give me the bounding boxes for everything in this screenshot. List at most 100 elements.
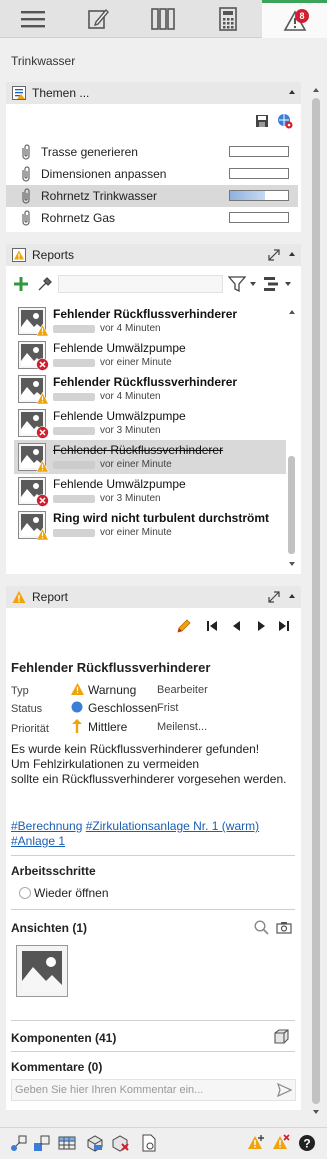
add-icon[interactable] [14, 277, 28, 291]
last-icon[interactable] [279, 621, 289, 631]
reopen-radio[interactable] [19, 887, 31, 899]
report-thumbnail [18, 511, 49, 541]
arbeitsschritte-heading: Arbeitsschritte [11, 864, 96, 878]
pipette-icon[interactable] [37, 276, 53, 292]
pencil-icon[interactable] [176, 618, 192, 634]
scroll-up-arrow[interactable] [313, 88, 319, 92]
component-icon[interactable] [33, 1134, 51, 1152]
filter-dropdown-icon[interactable] [250, 282, 256, 286]
view-thumbnail[interactable] [16, 945, 68, 997]
comment-field[interactable]: Geben Sie hier Ihren Kommentar ein... [11, 1079, 296, 1101]
report-detail-panel: Report Fehlender Rückflussverhinderer Ty… [6, 586, 301, 1110]
document-refresh-icon[interactable] [140, 1134, 158, 1152]
meilenstein-label: Meilenst... [157, 721, 208, 733]
theme-label: Dimensionen anpassen [41, 167, 167, 181]
reports-header[interactable]: Reports [6, 244, 301, 266]
author-redacted [53, 358, 95, 367]
box-icon[interactable] [86, 1134, 104, 1152]
paperclip-icon [22, 166, 30, 182]
search-icon[interactable] [254, 920, 269, 935]
bottom-toolbar: ? [0, 1127, 327, 1159]
tag-link[interactable]: #Anlage 1 [11, 834, 65, 848]
expand-icon[interactable] [268, 249, 280, 261]
scroll-up-arrow[interactable] [289, 310, 295, 314]
report-list-item[interactable]: Fehlende Umwälzpumpe vor 3 Minuten [14, 474, 286, 508]
collapse-caret-icon[interactable] [289, 252, 295, 256]
theme-item-selected[interactable]: Rohrnetz Trinkwasser [6, 185, 298, 207]
help-icon[interactable]: ? [298, 1134, 316, 1152]
calculator-button[interactable] [195, 0, 260, 38]
tab-warnings[interactable]: 8 [262, 0, 327, 38]
status-dot-icon [71, 701, 83, 713]
first-icon[interactable] [207, 621, 217, 631]
paperclip-icon [22, 210, 30, 226]
author-redacted [53, 392, 95, 401]
report-list-item-selected[interactable]: Fehlender Rückflussverhinderer vor einer … [14, 440, 286, 474]
report-list-item[interactable]: Fehlender Rückflussverhinderer vor 4 Minu… [14, 304, 286, 338]
warning-add-icon[interactable] [247, 1134, 265, 1152]
report-list-item[interactable]: Fehlende Umwälzpumpe vor einer Minute [14, 338, 286, 372]
theme-progress-bar [229, 190, 289, 201]
scroll-thumb[interactable] [288, 456, 295, 554]
globe-sync-icon[interactable] [277, 113, 293, 129]
report-list-item[interactable]: Ring wird nicht turbulent durchströmt vor… [14, 508, 286, 542]
expand-icon[interactable] [268, 591, 280, 603]
page-title: Trinkwasser [11, 54, 76, 68]
theme-item[interactable]: Trasse generieren [6, 141, 298, 163]
warning-remove-icon[interactable] [272, 1134, 290, 1152]
theme-progress-bar [229, 212, 289, 223]
theme-item[interactable]: Dimensionen anpassen [6, 163, 298, 185]
report-header[interactable]: Report [6, 586, 301, 608]
scroll-down-arrow[interactable] [313, 1110, 319, 1114]
reopen-label[interactable]: Wieder öffnen [34, 886, 109, 900]
report-list-item[interactable]: Fehlende Umwälzpumpe vor 3 Minuten [14, 406, 286, 440]
library-button[interactable] [130, 0, 195, 38]
reports-scrollbar[interactable] [287, 304, 296, 572]
report-description: Es wurde kein Rückflussverhinderer gefun… [11, 742, 287, 786]
themes-header[interactable]: Themen ... [6, 82, 301, 104]
menu-button[interactable] [0, 0, 65, 38]
report-search-input[interactable] [58, 275, 223, 293]
send-icon[interactable] [277, 1083, 292, 1097]
prioritaet-label: Priorität [11, 723, 49, 735]
tag-link[interactable]: #Berechnung [11, 819, 82, 833]
next-icon[interactable] [257, 621, 265, 631]
edit-button[interactable] [65, 0, 130, 38]
theme-item[interactable]: Rohrnetz Gas [6, 207, 298, 229]
ansichten-heading: Ansichten (1) [11, 921, 88, 935]
report-item-time: vor einer Minute [100, 357, 172, 368]
filter-icon[interactable] [228, 276, 246, 292]
report-item-time: vor 4 Minuten [100, 323, 161, 334]
typ-value[interactable]: Warnung [88, 683, 136, 697]
tag-link[interactable]: #Zirkulationsanlage Nr. 1 (warm) [86, 819, 259, 833]
save-icon[interactable] [255, 114, 269, 128]
network-icon[interactable] [10, 1134, 28, 1152]
camera-icon[interactable] [276, 921, 292, 934]
report-thumbnail [18, 307, 49, 337]
scroll-down-arrow[interactable] [289, 562, 295, 566]
status-value[interactable]: Geschlossen [88, 701, 157, 715]
table-icon[interactable] [58, 1134, 76, 1152]
theme-progress-bar [229, 168, 289, 179]
report-list-item[interactable]: Fehlender Rückflussverhinderer vor 4 Minu… [14, 372, 286, 406]
error-icon [36, 494, 49, 507]
warning-icon [36, 392, 49, 405]
warning-icon [36, 528, 49, 541]
themes-panel: Themen ... Trasse generieren Dimensionen… [6, 82, 301, 232]
comment-placeholder: Geben Sie hier Ihren Kommentar ein... [15, 1084, 204, 1096]
paperclip-icon [22, 188, 30, 204]
scroll-thumb[interactable] [312, 98, 320, 1104]
main-scrollbar[interactable] [311, 88, 321, 1118]
box-remove-icon[interactable] [111, 1134, 129, 1152]
group-icon[interactable] [264, 277, 280, 291]
collapse-caret-icon[interactable] [289, 90, 295, 94]
previous-icon[interactable] [233, 621, 241, 631]
reports-panel: Reports Fehlender Rückflussverhinderer vo… [6, 244, 301, 574]
report-item-title: Fehlende Umwälzpumpe [53, 341, 186, 355]
prioritaet-value[interactable]: Mittlere [88, 720, 127, 734]
author-redacted [53, 460, 95, 469]
report-item-time: vor 3 Minuten [100, 493, 161, 504]
group-dropdown-icon[interactable] [285, 282, 291, 286]
collapse-caret-icon[interactable] [289, 594, 295, 598]
cube-icon[interactable] [274, 1029, 289, 1044]
